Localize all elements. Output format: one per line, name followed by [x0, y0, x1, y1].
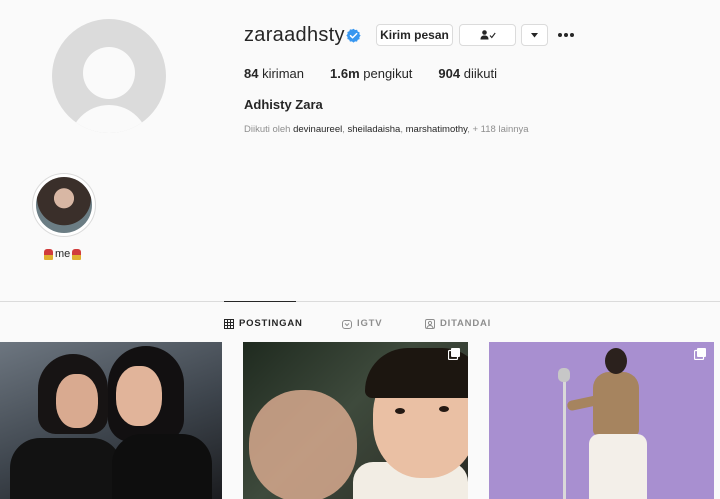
profile-full-name: Adhisty Zara — [244, 97, 323, 112]
highlight-cover-image — [36, 177, 92, 233]
followed-by-user[interactable]: devinaureel — [293, 124, 342, 135]
following-count: 904 — [438, 66, 461, 81]
followers-count: 1.6m — [330, 66, 360, 81]
posts-stat: 84 kiriman — [244, 66, 304, 81]
tabs-divider — [0, 301, 720, 302]
avatar-placeholder-head — [83, 47, 135, 99]
posts-label: kiriman — [262, 66, 304, 81]
post-thumbnail[interactable] — [0, 342, 222, 499]
person-check-icon — [480, 30, 496, 40]
following-stat[interactable]: 904 diikuti — [438, 66, 497, 81]
followed-by-text: Diikuti oleh devinaureel, sheiladaisha, … — [244, 124, 529, 135]
following-label: diikuti — [463, 66, 497, 81]
tab-tagged-label: DITANDAI — [440, 318, 492, 329]
ellipsis-icon — [558, 33, 562, 37]
followed-by-user[interactable]: sheiladaisha — [348, 124, 401, 135]
profile-avatar[interactable] — [52, 19, 166, 133]
posts-count: 84 — [244, 66, 259, 81]
more-options-button[interactable] — [558, 29, 576, 41]
post-thumbnail[interactable] — [243, 342, 468, 499]
highlight-label-text: me — [55, 248, 71, 260]
followed-by-user[interactable]: marshatimothy — [406, 124, 468, 135]
story-highlight[interactable] — [32, 173, 96, 237]
followers-stat[interactable]: 1.6m pengikut — [330, 66, 412, 81]
suggestions-dropdown-button[interactable] — [521, 24, 548, 46]
tab-posts[interactable]: POSTINGAN — [224, 318, 303, 329]
send-message-button[interactable]: Kirim pesan — [376, 24, 453, 46]
tagged-icon — [425, 318, 435, 329]
followers-label: pengikut — [363, 66, 413, 81]
following-button[interactable] — [459, 24, 516, 46]
followed-by-prefix: Diikuti oleh — [244, 124, 291, 135]
verified-badge-icon — [346, 28, 361, 43]
caret-down-icon — [531, 32, 538, 37]
tab-igtv-label: IGTV — [357, 318, 383, 329]
tab-igtv[interactable]: IGTV — [342, 318, 382, 329]
ellipsis-icon — [570, 33, 574, 37]
post-thumbnail[interactable] — [489, 342, 714, 499]
lipstick-emoji-icon — [72, 248, 82, 260]
tab-tagged[interactable]: DITANDAI — [425, 318, 491, 329]
grid-icon — [224, 318, 234, 329]
highlight-label: me — [44, 248, 82, 260]
ellipsis-icon — [564, 33, 568, 37]
multiple-photos-icon — [448, 348, 460, 360]
active-tab-indicator — [224, 301, 296, 302]
avatar-placeholder-body — [69, 105, 149, 133]
profile-stats: 84 kiriman 1.6m pengikut 904 diikuti — [244, 66, 523, 81]
multiple-photos-icon — [694, 348, 706, 360]
followed-by-more[interactable]: + 118 lainnya — [473, 124, 529, 135]
igtv-icon — [342, 319, 352, 329]
lipstick-emoji-icon — [44, 248, 53, 260]
profile-username: zaraadhsty — [244, 24, 345, 46]
tab-posts-label: POSTINGAN — [239, 318, 303, 329]
